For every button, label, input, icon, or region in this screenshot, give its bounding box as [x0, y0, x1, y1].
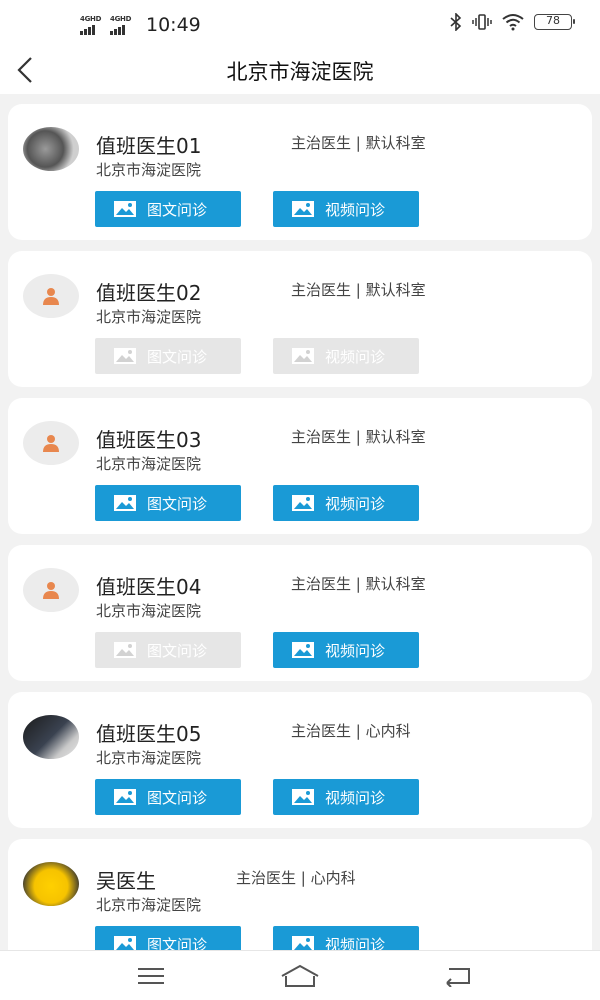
- doctor-card[interactable]: 吴医生 主治医生 | 心内科北京市海淀医院图文问诊 视频问诊: [8, 839, 592, 950]
- video-consult-button[interactable]: 视频问诊: [273, 779, 419, 815]
- menu-icon: [138, 968, 164, 984]
- signal-icon: 4GHD: [110, 15, 136, 35]
- text-consult-button[interactable]: 图文问诊: [95, 632, 241, 668]
- video-consult-label: 视频问诊: [325, 494, 386, 513]
- text-consult-label: 图文问诊: [147, 347, 208, 366]
- text-consult-label: 图文问诊: [147, 494, 208, 513]
- doctor-title-department: 主治医生 | 心内科: [291, 722, 411, 740]
- text-consult-button[interactable]: 图文问诊: [95, 779, 241, 815]
- doctor-hospital: 北京市海淀医院: [96, 749, 202, 767]
- home-button[interactable]: [280, 961, 320, 991]
- text-consult-button[interactable]: 图文问诊: [95, 485, 241, 521]
- doctor-hospital: 北京市海淀医院: [96, 161, 202, 179]
- text-consult-label: 图文问诊: [147, 200, 208, 219]
- default-person-icon: [43, 288, 59, 305]
- doctor-hospital: 北京市海淀医院: [96, 308, 202, 326]
- default-person-icon: [43, 435, 59, 452]
- doctor-name: 值班医生04: [96, 575, 202, 599]
- network-type-label: 4GHD: [110, 15, 132, 23]
- doctor-title-department: 主治医生 | 默认科室: [291, 428, 426, 446]
- avatar: [23, 715, 79, 759]
- image-icon: [113, 935, 137, 950]
- doctor-title-department: 主治医生 | 心内科: [236, 869, 356, 887]
- wifi-icon: [502, 14, 524, 31]
- signal-icon: 4GHD: [80, 15, 106, 35]
- doctor-hospital: 北京市海淀医院: [96, 602, 202, 620]
- header: 北京市海淀医院: [0, 48, 600, 94]
- doctor-card[interactable]: 值班医生01 主治医生 | 默认科室北京市海淀医院图文问诊 视频问诊: [8, 104, 592, 240]
- page-title: 北京市海淀医院: [226, 60, 374, 84]
- image-icon: [113, 788, 137, 806]
- doctor-name: 值班医生01: [96, 134, 202, 158]
- doctor-hospital: 北京市海淀医院: [96, 896, 202, 914]
- doctor-name: 值班医生03: [96, 428, 202, 452]
- video-consult-button[interactable]: 视频问诊: [273, 191, 419, 227]
- bluetooth-icon: [450, 13, 462, 31]
- image-icon: [291, 788, 315, 806]
- home-icon: [281, 964, 319, 987]
- video-consult-button[interactable]: 视频问诊: [273, 338, 419, 374]
- avatar: [23, 862, 79, 906]
- clock: 10:49: [146, 14, 201, 36]
- network-type-label: 4GHD: [80, 15, 102, 23]
- doctor-name: 吴医生: [96, 869, 156, 893]
- menu-button[interactable]: [131, 961, 171, 991]
- avatar: [23, 274, 79, 318]
- doctor-name: 值班医生02: [96, 281, 202, 305]
- avatar: [23, 421, 79, 465]
- status-right: 78: [450, 13, 575, 31]
- video-consult-label: 视频问诊: [325, 641, 386, 660]
- image-icon: [113, 347, 137, 365]
- video-consult-button[interactable]: 视频问诊: [273, 632, 419, 668]
- text-consult-button[interactable]: 图文问诊: [95, 926, 241, 950]
- doctor-card[interactable]: 值班医生05 主治医生 | 心内科北京市海淀医院图文问诊 视频问诊: [8, 692, 592, 828]
- image-icon: [113, 641, 137, 659]
- video-consult-button[interactable]: 视频问诊: [273, 926, 419, 950]
- doctor-card[interactable]: 值班医生04 主治医生 | 默认科室北京市海淀医院图文问诊 视频问诊: [8, 545, 592, 681]
- text-consult-label: 图文问诊: [147, 935, 208, 951]
- doctor-hospital: 北京市海淀医院: [96, 455, 202, 473]
- video-consult-label: 视频问诊: [325, 347, 386, 366]
- avatar: [23, 568, 79, 612]
- back-icon: [446, 968, 470, 987]
- status-left: 4GHD 4GHD 10:49: [80, 14, 201, 36]
- default-person-icon: [43, 582, 59, 599]
- text-consult-button[interactable]: 图文问诊: [95, 338, 241, 374]
- avatar: [23, 127, 79, 171]
- status-bar: 4GHD 4GHD 10:49 78: [0, 0, 600, 48]
- doctor-title-department: 主治医生 | 默认科室: [291, 134, 426, 152]
- doctor-list[interactable]: 值班医生01 主治医生 | 默认科室 北京市海淀医院 图文问诊 视频问诊 值班医生02 主治…: [0, 94, 600, 950]
- text-consult-button[interactable]: 图文问诊: [95, 191, 241, 227]
- system-nav-bar: [0, 950, 600, 1000]
- image-icon: [113, 494, 137, 512]
- image-icon: [291, 494, 315, 512]
- video-consult-label: 视频问诊: [325, 788, 386, 807]
- doctor-title-department: 主治医生 | 默认科室: [291, 575, 426, 593]
- image-icon: [291, 347, 315, 365]
- image-icon: [113, 200, 137, 218]
- image-icon: [291, 641, 315, 659]
- text-consult-label: 图文问诊: [147, 788, 208, 807]
- image-icon: [291, 200, 315, 218]
- system-back-button[interactable]: [437, 961, 477, 991]
- battery-icon: 78: [534, 14, 575, 30]
- doctor-title-department: 主治医生 | 默认科室: [291, 281, 426, 299]
- image-icon: [291, 935, 315, 950]
- video-consult-button[interactable]: 视频问诊: [273, 485, 419, 521]
- text-consult-label: 图文问诊: [147, 641, 208, 660]
- video-consult-label: 视频问诊: [325, 200, 386, 219]
- doctor-card[interactable]: 值班医生02 主治医生 | 默认科室北京市海淀医院图文问诊 视频问诊: [8, 251, 592, 387]
- video-consult-label: 视频问诊: [325, 935, 386, 951]
- doctor-card[interactable]: 值班医生03 主治医生 | 默认科室北京市海淀医院图文问诊 视频问诊: [8, 398, 592, 534]
- vibrate-icon: [472, 14, 492, 30]
- battery-level: 78: [546, 14, 560, 27]
- doctor-name: 值班医生05: [96, 722, 202, 746]
